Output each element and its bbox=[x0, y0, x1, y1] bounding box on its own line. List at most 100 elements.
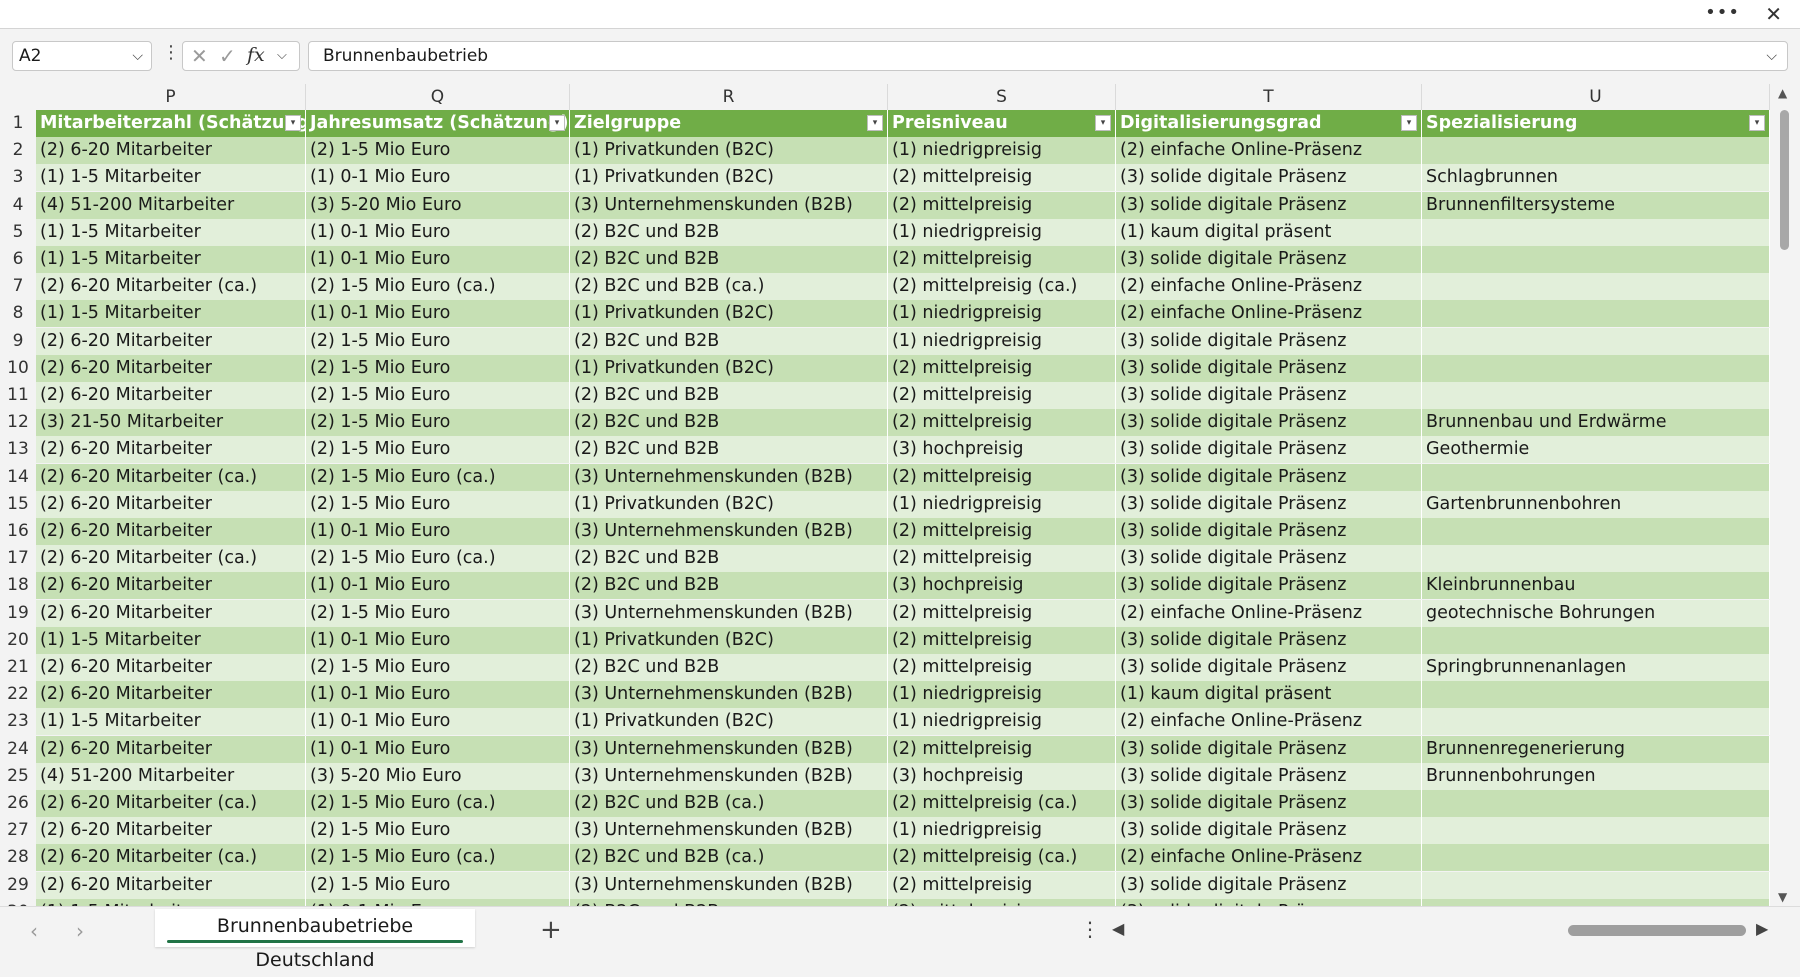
table-cell[interactable]: (2) mittelpreisig bbox=[888, 164, 1116, 192]
formula-input[interactable]: Brunnenbaubetrieb ⌵ bbox=[308, 41, 1788, 71]
table-cell[interactable]: (2) mittelpreisig bbox=[888, 518, 1116, 545]
add-sheet-button[interactable]: + bbox=[540, 915, 562, 945]
table-cell[interactable]: (3) solide digitale Präsenz bbox=[1116, 463, 1422, 491]
table-cell[interactable]: (2) B2C und B2B bbox=[570, 382, 888, 409]
table-cell[interactable]: (3) solide digitale Präsenz bbox=[1116, 490, 1422, 518]
table-cell[interactable]: (2) 1-5 Mio Euro bbox=[306, 654, 570, 681]
row-number[interactable]: 25 bbox=[0, 763, 36, 790]
table-cell[interactable]: (3) solide digitale Präsenz bbox=[1116, 572, 1422, 600]
vertical-dots-icon[interactable]: ⋮ bbox=[162, 42, 180, 63]
table-cell[interactable]: (2) 6-20 Mitarbeiter bbox=[36, 354, 306, 382]
table-cell[interactable]: (1) Privatkunden (B2C) bbox=[570, 708, 888, 736]
table-header-cell[interactable]: Digitalisierungsgrad ▾ bbox=[1116, 110, 1422, 137]
table-cell[interactable]: Schlagbrunnen bbox=[1422, 164, 1770, 192]
table-cell[interactable]: (3) Unternehmenskunden (B2B) bbox=[570, 817, 888, 845]
table-cell[interactable]: (2) 6-20 Mitarbeiter bbox=[36, 572, 306, 600]
scroll-down-icon[interactable]: ▼ bbox=[1778, 890, 1787, 904]
table-cell[interactable]: (2) 6-20 Mitarbeiter bbox=[36, 518, 306, 545]
table-cell[interactable]: (4) 51-200 Mitarbeiter bbox=[36, 762, 306, 790]
table-cell[interactable]: (3) 5-20 Mio Euro bbox=[306, 191, 570, 219]
table-cell[interactable]: Kleinbrunnenbau bbox=[1422, 572, 1770, 600]
table-cell[interactable]: (3) Unternehmenskunden (B2B) bbox=[570, 599, 888, 627]
row-number[interactable]: 26 bbox=[0, 790, 36, 817]
table-cell[interactable] bbox=[1422, 137, 1770, 165]
row-number[interactable]: 17 bbox=[0, 545, 36, 572]
table-cell[interactable]: (3) solide digitale Präsenz bbox=[1116, 626, 1422, 654]
table-cell[interactable] bbox=[1422, 218, 1770, 246]
close-icon[interactable]: ✕ bbox=[1765, 0, 1782, 28]
table-cell[interactable]: (1) Privatkunden (B2C) bbox=[570, 490, 888, 518]
table-cell[interactable]: (2) einfache Online-Präsenz bbox=[1116, 599, 1422, 627]
table-cell[interactable]: (2) 1-5 Mio Euro bbox=[306, 490, 570, 518]
row-number[interactable]: 5 bbox=[0, 219, 36, 246]
scroll-thumb[interactable] bbox=[1780, 110, 1789, 250]
table-cell[interactable]: (2) einfache Online-Präsenz bbox=[1116, 137, 1422, 165]
table-header-cell[interactable]: Zielgruppe ▾ bbox=[570, 110, 888, 137]
sheet-tab-active[interactable]: Brunnenbaubetriebe Deutschland bbox=[155, 909, 475, 971]
row-number[interactable]: 10 bbox=[0, 355, 36, 382]
table-cell[interactable]: (4) 51-200 Mitarbeiter bbox=[36, 191, 306, 219]
table-cell[interactable]: (3) Unternehmenskunden (B2B) bbox=[570, 191, 888, 219]
column-header-s[interactable]: S bbox=[888, 84, 1116, 110]
table-cell[interactable]: (2) mittelpreisig bbox=[888, 599, 1116, 627]
table-cell[interactable]: (3) solide digitale Präsenz bbox=[1116, 817, 1422, 845]
table-cell[interactable] bbox=[1422, 273, 1770, 301]
table-cell[interactable]: (3) solide digitale Präsenz bbox=[1116, 436, 1422, 464]
table-cell[interactable] bbox=[1422, 681, 1770, 709]
table-cell[interactable] bbox=[1422, 871, 1770, 899]
table-cell[interactable]: (2) 6-20 Mitarbeiter bbox=[36, 490, 306, 518]
table-cell[interactable]: (2) 6-20 Mitarbeiter bbox=[36, 654, 306, 681]
table-cell[interactable]: (1) 1-5 Mitarbeiter bbox=[36, 300, 306, 328]
table-cell[interactable]: (3) hochpreisig bbox=[888, 762, 1116, 790]
table-cell[interactable]: (3) solide digitale Präsenz bbox=[1116, 518, 1422, 545]
table-cell[interactable]: (2) 1-5 Mio Euro (ca.) bbox=[306, 463, 570, 491]
table-cell[interactable]: (3) solide digitale Präsenz bbox=[1116, 654, 1422, 681]
table-cell[interactable]: (2) B2C und B2B bbox=[570, 572, 888, 600]
table-cell[interactable]: (1) 0-1 Mio Euro bbox=[306, 572, 570, 600]
table-cell[interactable]: (3) solide digitale Präsenz bbox=[1116, 409, 1422, 437]
prev-sheet-icon[interactable]: ‹ bbox=[30, 919, 38, 943]
table-cell[interactable] bbox=[1422, 518, 1770, 545]
table-cell[interactable]: (3) hochpreisig bbox=[888, 436, 1116, 464]
table-cell[interactable] bbox=[1422, 898, 1770, 906]
table-cell[interactable]: Gartenbrunnenbohren bbox=[1422, 490, 1770, 518]
table-cell[interactable]: (1) Privatkunden (B2C) bbox=[570, 137, 888, 165]
table-cell[interactable]: (2) 1-5 Mio Euro bbox=[306, 871, 570, 899]
table-cell[interactable]: (2) B2C und B2B (ca.) bbox=[570, 844, 888, 872]
table-cell[interactable]: (2) mittelpreisig bbox=[888, 463, 1116, 491]
table-cell[interactable]: (2) 1-5 Mio Euro bbox=[306, 436, 570, 464]
row-number[interactable]: 27 bbox=[0, 817, 36, 844]
table-cell[interactable]: (1) niedrigpreisig bbox=[888, 137, 1116, 165]
row-number[interactable]: 20 bbox=[0, 627, 36, 654]
table-cell[interactable]: (2) mittelpreisig bbox=[888, 354, 1116, 382]
table-cell[interactable] bbox=[1422, 708, 1770, 736]
table-cell[interactable]: (3) solide digitale Präsenz bbox=[1116, 354, 1422, 382]
more-options-icon[interactable]: ••• bbox=[1705, 0, 1740, 28]
table-header-cell[interactable]: Spezialisierung ▾ bbox=[1422, 110, 1770, 137]
row-number[interactable]: 6 bbox=[0, 246, 36, 273]
table-cell[interactable]: (2) 6-20 Mitarbeiter (ca.) bbox=[36, 844, 306, 872]
table-cell[interactable]: (2) 6-20 Mitarbeiter bbox=[36, 817, 306, 845]
table-cell[interactable]: (1) niedrigpreisig bbox=[888, 327, 1116, 355]
table-cell[interactable]: (2) 6-20 Mitarbeiter bbox=[36, 327, 306, 355]
row-number[interactable]: 21 bbox=[0, 654, 36, 681]
table-cell[interactable]: (1) 0-1 Mio Euro bbox=[306, 518, 570, 545]
row-number[interactable]: 15 bbox=[0, 491, 36, 518]
table-cell[interactable]: (1) kaum digital präsent bbox=[1116, 218, 1422, 246]
table-cell[interactable]: (2) mittelpreisig (ca.) bbox=[888, 790, 1116, 817]
table-cell[interactable]: (1) 0-1 Mio Euro bbox=[306, 735, 570, 763]
table-cell[interactable]: (1) Privatkunden (B2C) bbox=[570, 354, 888, 382]
row-number[interactable]: 9 bbox=[0, 328, 36, 355]
table-cell[interactable] bbox=[1422, 545, 1770, 573]
row-number[interactable]: 24 bbox=[0, 736, 36, 763]
table-cell[interactable]: (3) Unternehmenskunden (B2B) bbox=[570, 681, 888, 709]
table-cell[interactable]: (2) mittelpreisig bbox=[888, 246, 1116, 273]
table-cell[interactable]: (2) 6-20 Mitarbeiter bbox=[36, 599, 306, 627]
table-cell[interactable]: (2) mittelpreisig bbox=[888, 898, 1116, 906]
table-cell[interactable]: (1) 0-1 Mio Euro bbox=[306, 164, 570, 192]
table-cell[interactable]: (3) hochpreisig bbox=[888, 572, 1116, 600]
table-cell[interactable]: (1) niedrigpreisig bbox=[888, 218, 1116, 246]
table-cell[interactable]: (2) einfache Online-Präsenz bbox=[1116, 273, 1422, 301]
table-cell[interactable]: (2) B2C und B2B bbox=[570, 898, 888, 906]
row-number[interactable]: 16 bbox=[0, 518, 36, 545]
